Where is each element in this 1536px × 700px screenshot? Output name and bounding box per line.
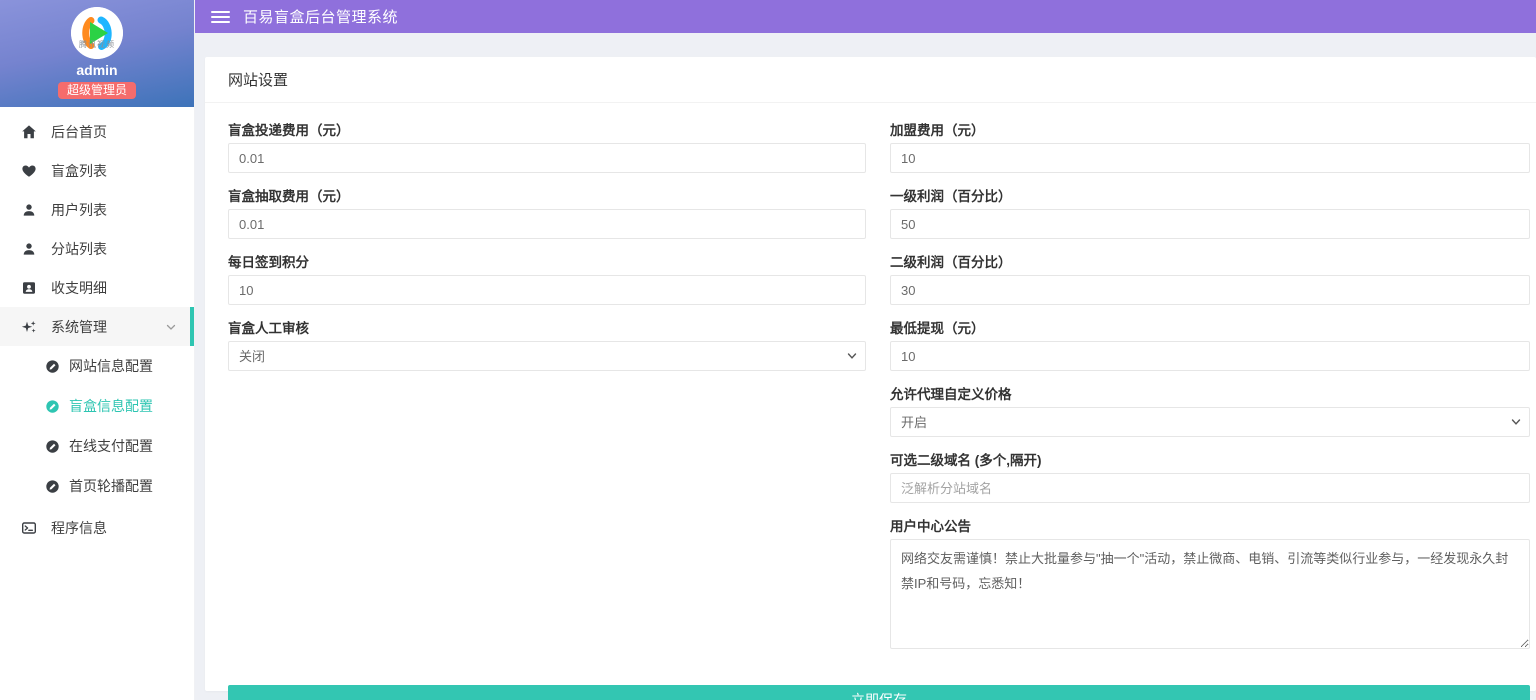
sidebar-item-label: 分站列表 [51, 239, 107, 259]
role-badge: 超级管理员 [58, 82, 136, 99]
delivery-fee-input[interactable] [228, 143, 866, 173]
sidebar-subitem-label: 首页轮播配置 [69, 476, 153, 496]
settings-card: 网站设置 盲盒投递费用（元） 盲盒抽取费用（元） 每日签到积分 [205, 57, 1536, 691]
draw-fee-input[interactable] [228, 209, 866, 239]
sidebar-item-label: 后台首页 [51, 122, 107, 142]
field-min-withdrawal: 最低提现（元） [890, 321, 1530, 371]
username: admin [76, 62, 117, 78]
topbar: 百易盲盒后台管理系统 [195, 0, 1536, 33]
heart-icon [21, 163, 37, 179]
sidebar-subitem-home-carousel-config[interactable]: 首页轮播配置 [0, 466, 194, 506]
min-withdrawal-input[interactable] [890, 341, 1530, 371]
field-label: 最低提现（元） [890, 321, 1530, 336]
agent-custom-price-select[interactable]: 开启 [890, 407, 1530, 437]
save-button[interactable]: 立即保存 [228, 685, 1530, 700]
field-label: 每日签到积分 [228, 255, 866, 270]
form-column-left: 盲盒投递费用（元） 盲盒抽取费用（元） 每日签到积分 盲盒人工审核 [228, 123, 866, 670]
edit-circle-icon [45, 439, 60, 454]
sidebar-subitem-online-payment-config[interactable]: 在线支付配置 [0, 426, 194, 466]
field-label: 二级利润（百分比） [890, 255, 1530, 270]
sidebar-item-program-info[interactable]: 程序信息 [0, 508, 194, 547]
sidebar-item-system-management[interactable]: 系统管理 [0, 307, 194, 346]
sidebar-subitem-label: 网站信息配置 [69, 356, 153, 376]
field-level2-profit: 二级利润（百分比） [890, 255, 1530, 305]
edit-circle-icon [45, 359, 60, 374]
field-level1-profit: 一级利润（百分比） [890, 189, 1530, 239]
sidebar-item-label: 收支明细 [51, 278, 107, 298]
settings-form: 盲盒投递费用（元） 盲盒抽取费用（元） 每日签到积分 盲盒人工审核 [205, 103, 1536, 700]
announcement-textarea[interactable]: 网络交友需谨慎！禁止大批量参与"抽一个"活动，禁止微商、电销、引流等类似行业参与… [890, 539, 1530, 649]
field-label: 允许代理自定义价格 [890, 387, 1530, 402]
terminal-icon [21, 520, 37, 536]
sidebar-subitem-box-info-config[interactable]: 盲盒信息配置 [0, 386, 194, 426]
field-agent-custom-price: 允许代理自定义价格 开启 [890, 387, 1530, 437]
sidebar-subitem-site-info-config[interactable]: 网站信息配置 [0, 346, 194, 386]
edit-circle-icon [45, 399, 60, 414]
card-title: 网站设置 [205, 57, 1536, 103]
field-franchise-fee: 加盟费用（元） [890, 123, 1530, 173]
field-user-center-announcement: 用户中心公告 网络交友需谨慎！禁止大批量参与"抽一个"活动，禁止微商、电销、引流… [890, 519, 1530, 654]
sidebar-item-label: 盲盒列表 [51, 161, 107, 181]
hamburger-menu-icon[interactable] [211, 11, 230, 23]
field-label: 用户中心公告 [890, 519, 1530, 534]
sidebar-subitem-label: 在线支付配置 [69, 436, 153, 456]
home-icon [21, 124, 37, 140]
field-delivery-fee: 盲盒投递费用（元） [228, 123, 866, 173]
sidebar: 腾讯视频 admin 超级管理员 后台首页 盲盒列表 用户列表 [0, 0, 195, 700]
sidebar-item-label: 程序信息 [51, 518, 107, 538]
sidebar-item-user-list[interactable]: 用户列表 [0, 190, 194, 229]
field-daily-signin-points: 每日签到积分 [228, 255, 866, 305]
main-content: 网站设置 盲盒投递费用（元） 盲盒抽取费用（元） 每日签到积分 [195, 0, 1536, 700]
sidebar-item-substation-list[interactable]: 分站列表 [0, 229, 194, 268]
field-draw-fee: 盲盒抽取费用（元） [228, 189, 866, 239]
form-column-right: 加盟费用（元） 一级利润（百分比） 二级利润（百分比） 最低提现（元） [890, 123, 1530, 670]
tencent-video-logo-icon [71, 7, 123, 59]
sidebar-profile: 腾讯视频 admin 超级管理员 [0, 0, 194, 107]
field-label: 可选二级域名 (多个,隔开) [890, 453, 1530, 468]
level1-profit-input[interactable] [890, 209, 1530, 239]
user-icon [21, 202, 37, 218]
sidebar-menu: 后台首页 盲盒列表 用户列表 分站列表 收支明细 [0, 107, 194, 547]
avatar-watermark: 腾讯视频 [71, 39, 123, 50]
field-label: 盲盒人工审核 [228, 321, 866, 336]
field-subdomain: 可选二级域名 (多个,隔开) [890, 453, 1530, 503]
app-title: 百易盲盒后台管理系统 [243, 6, 398, 27]
level2-profit-input[interactable] [890, 275, 1530, 305]
sidebar-item-dashboard[interactable]: 后台首页 [0, 112, 194, 151]
field-label: 盲盒抽取费用（元） [228, 189, 866, 204]
daily-signin-points-input[interactable] [228, 275, 866, 305]
franchise-fee-input[interactable] [890, 143, 1530, 173]
sidebar-item-label: 系统管理 [51, 317, 107, 337]
sparkles-icon [21, 319, 37, 335]
sidebar-item-box-list[interactable]: 盲盒列表 [0, 151, 194, 190]
sidebar-subitem-label: 盲盒信息配置 [69, 396, 153, 416]
avatar: 腾讯视频 [71, 7, 123, 59]
user-icon [21, 241, 37, 257]
field-label: 加盟费用（元） [890, 123, 1530, 138]
field-label: 盲盒投递费用（元） [228, 123, 866, 138]
sidebar-item-income-expense[interactable]: 收支明细 [0, 268, 194, 307]
chevron-down-icon [166, 322, 176, 332]
account-box-icon [21, 280, 37, 296]
sidebar-item-label: 用户列表 [51, 200, 107, 220]
field-manual-review: 盲盒人工审核 关闭 [228, 321, 866, 371]
edit-circle-icon [45, 479, 60, 494]
manual-review-select[interactable]: 关闭 [228, 341, 866, 371]
field-label: 一级利润（百分比） [890, 189, 1530, 204]
subdomain-input[interactable] [890, 473, 1530, 503]
